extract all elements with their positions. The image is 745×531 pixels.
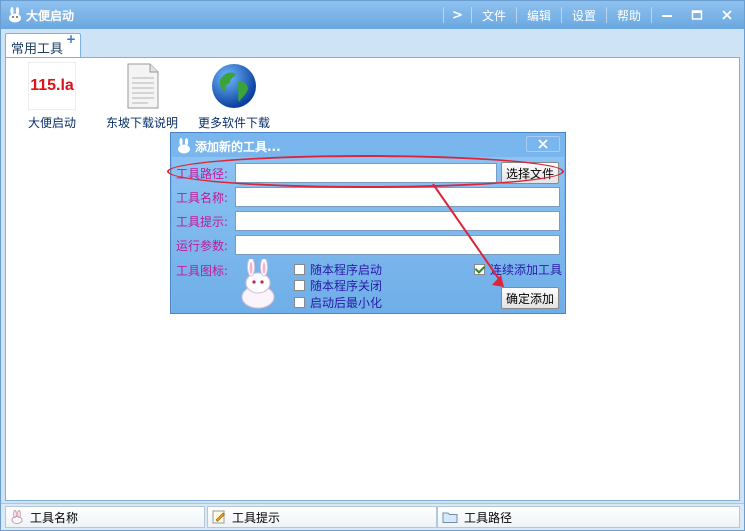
rabbit-small-icon: [10, 510, 24, 524]
status-label: 工具路径: [464, 510, 513, 525]
status-tool-name: 工具名称: [5, 506, 205, 528]
annotation-arrow: [432, 183, 504, 287]
status-tool-path: 工具路径: [437, 506, 740, 528]
status-bar: 工具名称 工具提示 工具路径: [1, 503, 744, 530]
status-tool-hint: 工具提示: [207, 506, 437, 528]
edit-note-icon: [212, 510, 226, 524]
status-label: 工具名称: [30, 510, 79, 525]
status-label: 工具提示: [232, 510, 281, 525]
folder-icon: [442, 510, 458, 524]
main-window: 大便启动 > 文件 编辑 设置 帮助 常用工具 + 115.la 大便启动 东坡…: [0, 0, 745, 531]
